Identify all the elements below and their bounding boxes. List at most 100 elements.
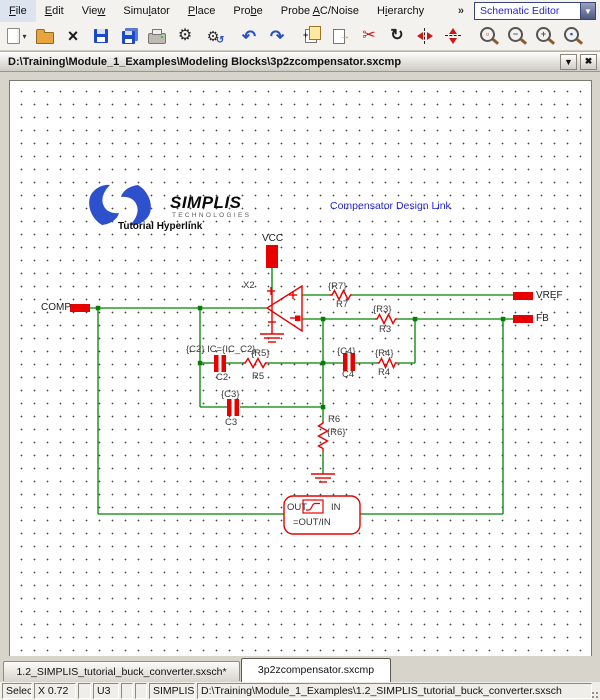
rotate-icon[interactable]: ↻ [384, 23, 410, 49]
r5-ref-label[interactable]: R5 [252, 371, 264, 382]
open-folder-icon[interactable] [32, 23, 58, 49]
tab-1-2-simplis-tutorial-buck-converter-sxsch[interactable]: 1.2_SIMPLIS_tutorial_buck_converter.sxsc… [3, 661, 240, 681]
cut-icon[interactable]: ✂ [356, 23, 382, 49]
zoom-area-icon: ▫ [480, 27, 495, 42]
r7-ref-label[interactable]: R7 [336, 299, 348, 310]
r4-ref-label[interactable]: R4 [378, 367, 390, 378]
vref-terminal[interactable] [513, 292, 533, 300]
status-mode: Select [2, 683, 32, 699]
resistor-r3[interactable] [375, 315, 397, 324]
c3-value-label[interactable]: {C3} [221, 389, 240, 400]
gear-refresh-icon [207, 29, 220, 43]
menu-place[interactable]: Place [179, 0, 225, 22]
status-empty-cell [135, 683, 147, 699]
status-bar: Select X 0.72 U3 SIMPLIS D:\Training\Mod… [0, 682, 600, 700]
window-menu-button[interactable]: ▼ [560, 54, 577, 70]
zoom-in-icon: + [536, 27, 551, 42]
opamp-ref-label[interactable]: X2 [243, 280, 255, 291]
save-icon[interactable] [88, 23, 114, 49]
status-file-path: D:\Training\Module_1_Examples\1.2_SIMPLI… [197, 683, 592, 699]
schematic-canvas[interactable]: COMP VREF FB VCC X2 {R7} R7 {R3} R3 {C2}… [9, 80, 592, 657]
status-empty-cell [78, 683, 91, 699]
redo-icon: ↷ [270, 28, 284, 45]
c4-value-label[interactable]: {C4} [337, 346, 356, 357]
print-icon[interactable] [144, 23, 170, 49]
c2-value-label[interactable]: {C2} IC={IC_C2} [186, 344, 255, 355]
rotate-icon: ↻ [390, 28, 403, 44]
vcc-terminal-symbol[interactable] [266, 245, 278, 268]
simplis-logo-icon[interactable] [89, 185, 151, 225]
schematic-drawing [10, 81, 591, 656]
new-document-icon [7, 28, 20, 44]
r4-value-label[interactable]: {R4} [375, 348, 394, 359]
redo-icon[interactable]: ↷ [264, 23, 290, 49]
tab-3p2zcompensator-sxcmp[interactable]: 3p2zcompensator.sxcmp [241, 658, 391, 682]
transfer-block-formula: =OUT/IN [293, 517, 331, 528]
zoom-out-icon: − [508, 27, 523, 42]
editor-mode-label: Schematic Editor [475, 5, 580, 17]
print-icon [148, 33, 166, 44]
paste-place-icon [333, 29, 345, 44]
duplicate-icon[interactable] [300, 23, 326, 49]
save-all-icon[interactable] [116, 23, 142, 49]
zoom-fit-icon: ▪ [564, 27, 579, 42]
simplis-logo-text[interactable]: SIMPLIS [170, 193, 242, 213]
r6-value-label[interactable]: {R6} [327, 427, 346, 438]
capacitor-c3[interactable] [227, 399, 239, 416]
c4-ref-label[interactable]: C4 [342, 369, 354, 380]
application-window: { "menu": { "items": [ {"label": "File",… [0, 0, 600, 700]
cut-icon: ✂ [362, 28, 375, 44]
save-icon [94, 29, 108, 43]
comp-terminal-label[interactable]: COMP [41, 302, 71, 313]
tutorial-hyperlink[interactable]: Tutorial Hyperlink [118, 221, 202, 232]
r6-ref-label[interactable]: R6 [328, 414, 340, 425]
status-component-ref: U3 [93, 683, 119, 699]
compensator-design-link[interactable]: Compensator Design Link [330, 200, 451, 212]
delete-icon: × [68, 27, 79, 45]
zoom-area-icon[interactable]: ▫ [476, 23, 502, 49]
capacitor-c2[interactable] [214, 355, 226, 372]
menu-view[interactable]: View [73, 0, 115, 22]
resistor-r5[interactable] [243, 359, 267, 368]
menu-edit[interactable]: Edit [36, 0, 73, 22]
zoom-fit-icon[interactable]: ▪ [560, 23, 586, 49]
canvas-gutter: COMP VREF FB VCC X2 {R7} R7 {R3} R3 {C2}… [0, 72, 600, 656]
new-document-dropdown-icon[interactable]: ▾ [22, 32, 26, 41]
menu-simulator[interactable]: Simulator [114, 0, 178, 22]
comp-terminal[interactable] [70, 304, 90, 312]
resize-grip[interactable] [591, 691, 599, 699]
window-close-button[interactable]: ✖ [580, 54, 597, 70]
fb-terminal-label[interactable]: FB [536, 313, 549, 324]
r3-value-label[interactable]: {R3} [373, 304, 392, 315]
r5-value-label[interactable]: {R5} [251, 348, 270, 359]
vref-terminal-label[interactable]: VREF [536, 290, 563, 301]
delete-icon[interactable]: × [60, 23, 86, 49]
mirror-vertical-icon[interactable] [412, 23, 438, 49]
zoom-out-icon[interactable]: − [504, 23, 530, 49]
paste-place-icon[interactable] [328, 23, 354, 49]
gear-refresh-icon[interactable] [200, 23, 226, 49]
toolbar-overflow[interactable]: » [596, 23, 600, 49]
r7-value-label[interactable]: {R7} [328, 281, 347, 292]
menu-hierarchy[interactable]: Hierarchy [368, 0, 433, 22]
zoom-in-icon[interactable]: + [532, 23, 558, 49]
mirror-horizontal-icon[interactable] [440, 23, 466, 49]
opamp-symbol[interactable] [260, 286, 302, 342]
status-simulator-engine: SIMPLIS [149, 683, 195, 699]
r3-ref-label[interactable]: R3 [379, 324, 391, 335]
vcc-terminal-label[interactable]: VCC [262, 233, 283, 244]
document-titlebar: D:\Training\Module_1_Examples\Modeling B… [0, 51, 600, 72]
menu-probe[interactable]: Probe [224, 0, 271, 22]
menu-file[interactable]: File [0, 0, 36, 22]
undo-icon[interactable]: ↶ [236, 23, 262, 49]
c3-ref-label[interactable]: C3 [225, 417, 237, 428]
new-document-icon[interactable]: ▾ [4, 23, 30, 49]
menu-probe-ac-noise[interactable]: Probe AC/Noise [272, 0, 368, 22]
editor-mode-selector[interactable]: Schematic Editor ▼ [474, 2, 596, 20]
settings-gear-icon[interactable]: ⚙ [172, 23, 198, 49]
editor-mode-dropdown-icon[interactable]: ▼ [580, 3, 595, 19]
save-all-icon [122, 31, 135, 44]
fb-terminal[interactable] [513, 315, 533, 323]
menu-overflow-chevron[interactable]: » [454, 0, 468, 22]
c2-ref-label[interactable]: C2 [216, 372, 228, 383]
